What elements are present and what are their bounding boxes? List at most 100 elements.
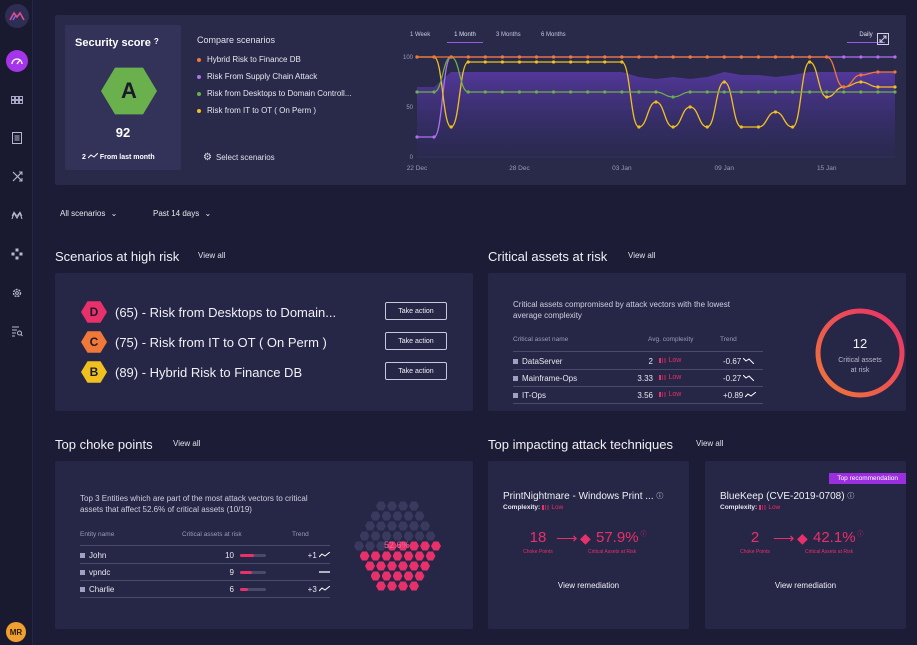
app-logo[interactable] [5, 4, 29, 28]
take-action-button[interactable]: Take action [385, 302, 447, 320]
series-point [586, 60, 590, 64]
series-point [415, 135, 419, 139]
series-point [773, 110, 778, 114]
sidebar-item-search-list[interactable] [6, 320, 28, 342]
complexity-value: 3.33 [637, 374, 653, 383]
hex-cell [414, 571, 425, 581]
series-point [722, 90, 726, 94]
high-risk-view-all[interactable]: View all [198, 251, 225, 260]
legend-item[interactable]: Hybrid Risk to Finance DB [197, 55, 301, 64]
view-remediation-link[interactable]: View remediation [705, 581, 906, 590]
entity-icon [80, 587, 85, 593]
arrow-right-icon: ⟶ [556, 530, 578, 547]
hex-cell [376, 501, 386, 511]
help-icon[interactable]: ⓘ [656, 493, 663, 500]
high-risk-panel: D (65) - Risk from Desktops to Domain... T… [55, 273, 473, 411]
series-point [500, 60, 504, 64]
legend-item[interactable]: Risk From Supply Chain Attack [197, 72, 317, 81]
hex-cell [403, 571, 414, 581]
help-icon[interactable]: ⓘ [641, 532, 647, 538]
period-filter-dropdown[interactable]: Past 14 days ⌄ [153, 209, 211, 218]
sidebar-item-settings[interactable] [6, 282, 28, 304]
series-point [620, 90, 624, 94]
series-point [654, 100, 658, 104]
hex-cell [365, 541, 375, 551]
series-point [859, 90, 863, 94]
choke-points-panel: Top 3 Entities which are part of the mos… [55, 461, 473, 629]
technique-name[interactable]: BlueKeep (CVE-2019-0708) ⓘ [720, 491, 854, 502]
critical-assets-count: 6 [229, 585, 234, 594]
critical-assets-description: Critical assets compromised by attack ve… [513, 300, 730, 320]
grade-hex: A [101, 67, 157, 115]
progress-fill [240, 588, 249, 591]
range-tab-6-months[interactable]: 6 Months [541, 32, 566, 38]
security-score-title: Security score ? [75, 37, 159, 49]
sidebar-item-dashboard[interactable] [6, 50, 28, 72]
series-point [688, 105, 692, 109]
legend-item[interactable]: Risk from Desktops to Domain Controll... [197, 89, 352, 98]
entity-name: John [80, 551, 106, 560]
take-action-button[interactable]: Take action [385, 362, 447, 380]
range-tab-1-month[interactable]: 1 Month [447, 32, 483, 43]
hex-cell [414, 551, 425, 561]
sidebar-item-scenarios[interactable] [6, 89, 28, 111]
technique-card: PrintNightmare - Windows Print ... ⓘ Comp… [488, 461, 689, 629]
series-point [722, 80, 726, 84]
view-remediation-link[interactable]: View remediation [488, 581, 689, 590]
hex-cell [381, 571, 392, 581]
critical-assets-view-all[interactable]: View all [628, 251, 655, 260]
techniques-view-all[interactable]: View all [696, 439, 723, 448]
series-point [569, 55, 573, 59]
scenario-name[interactable]: (65) - Risk from Desktops to Domain... [115, 305, 336, 320]
expand-button[interactable] [877, 32, 889, 50]
header-divider [80, 545, 330, 546]
scenario-name[interactable]: (89) - Hybrid Risk to Finance DB [115, 365, 302, 380]
hex-cell [387, 561, 397, 571]
overview-panel: Security score ? A 92 2 From last month … [55, 15, 906, 185]
trend-up-icon [745, 391, 757, 398]
technique-name[interactable]: PrintNightmare - Windows Print ... ⓘ [503, 491, 663, 502]
sidebar-item-analytics[interactable] [6, 204, 28, 226]
trend-value: +3 [308, 585, 331, 594]
list-search-icon [12, 326, 23, 337]
hex-cell [376, 561, 386, 571]
series-point [415, 55, 419, 59]
series-point [551, 60, 556, 64]
hex-cell [387, 501, 397, 511]
hex-cell [425, 551, 436, 561]
series-point [449, 55, 453, 59]
help-icon[interactable]: ⓘ [858, 532, 864, 538]
sidebar-item-paths[interactable] [6, 165, 28, 187]
series-point [893, 85, 897, 89]
hex-cell [381, 551, 392, 561]
sidebar-item-network[interactable] [6, 243, 28, 265]
series-point [551, 90, 556, 94]
scenario-name[interactable]: (75) - Risk from IT to OT ( On Perm ) [115, 335, 327, 350]
series-point [893, 55, 897, 59]
take-action-button[interactable]: Take action [385, 332, 447, 350]
user-avatar[interactable]: MR [6, 622, 26, 642]
col-asset-name: Critical asset name [513, 336, 569, 343]
hex-cell [409, 581, 419, 591]
scenario-filter-dropdown[interactable]: All scenarios ⌄ [60, 209, 117, 218]
legend-item[interactable]: Risk from IT to OT ( On Perm ) [197, 106, 316, 115]
select-scenarios-button[interactable]: ⚙ Select scenarios [203, 152, 275, 163]
help-icon[interactable]: ? [154, 37, 159, 46]
series-point [466, 90, 470, 94]
asset-icon [513, 359, 518, 365]
percent-label: Critical Assets at Risk [588, 549, 637, 555]
range-tab-3-months[interactable]: 3 Months [496, 32, 521, 38]
hex-cell [387, 521, 397, 531]
range-tab-1-week[interactable]: 1 Week [410, 32, 430, 38]
series-point [654, 55, 658, 59]
series-point [773, 55, 778, 59]
series-point [483, 60, 487, 64]
sidebar-item-reports[interactable] [6, 127, 28, 149]
help-icon[interactable]: ⓘ [847, 493, 854, 500]
series-point [671, 55, 675, 59]
choke-points-view-all[interactable]: View all [173, 439, 200, 448]
choke-points-label: Choke Points [740, 549, 770, 555]
trend-down-icon [743, 374, 755, 382]
series-point [500, 55, 504, 59]
series-point [569, 90, 573, 94]
